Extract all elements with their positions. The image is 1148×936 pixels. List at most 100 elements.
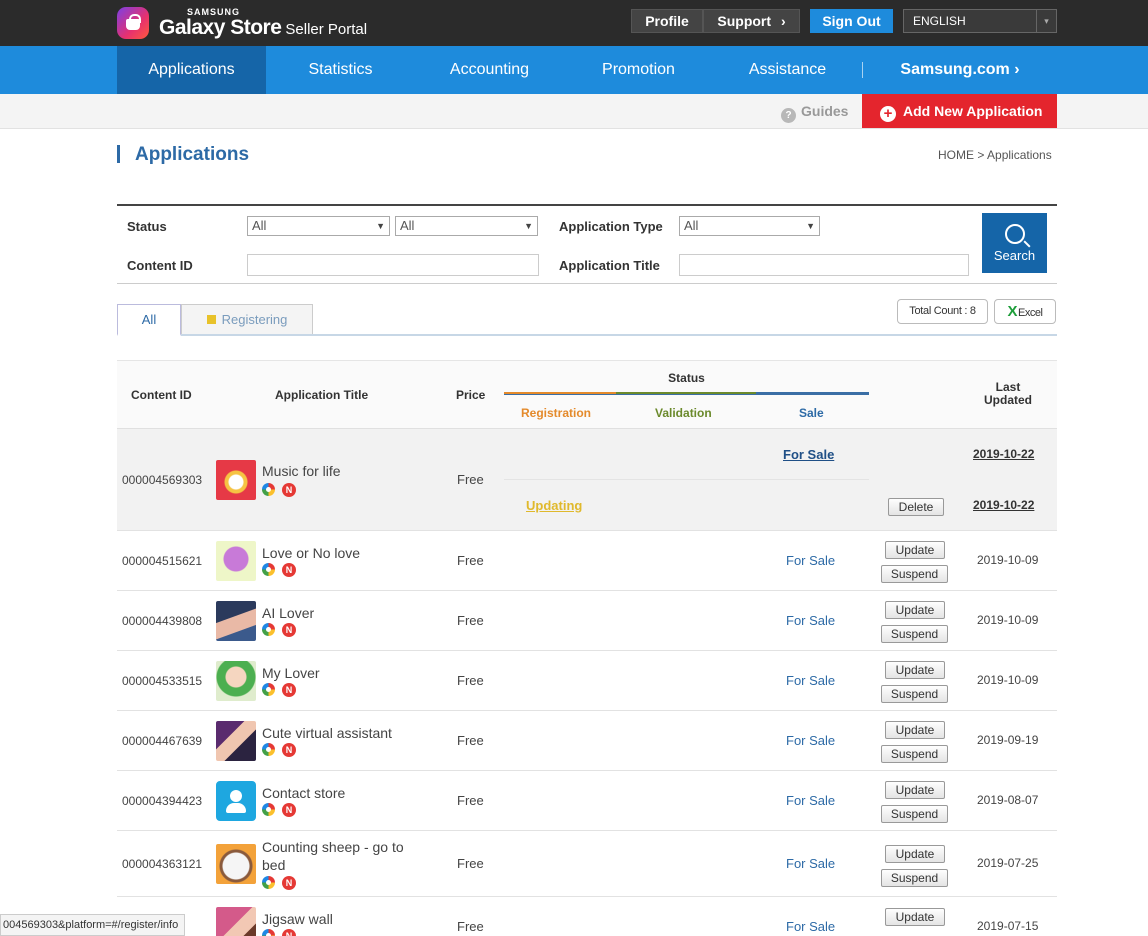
page-title: Applications (117, 144, 250, 165)
nav-applications[interactable]: Applications (117, 46, 266, 94)
table-row: 000004363121 Counting sheep - go to bed … (117, 831, 1057, 897)
table-row: 000004533515 My Lover N Free For Sale Up… (117, 651, 1057, 711)
add-new-label: Add New Application (903, 103, 1043, 119)
app-title-link[interactable]: AI Lover (262, 604, 422, 622)
content-id: 000004394423 (122, 794, 203, 808)
nav-assistance[interactable]: Assistance (713, 46, 862, 94)
guides-link[interactable]: ? Guides (781, 94, 848, 128)
update-button[interactable]: Update (885, 541, 945, 559)
new-badge-icon: N (282, 623, 296, 637)
last-updated: 2019-09-19 (977, 733, 1039, 747)
app-title-link[interactable]: Counting sheep - go to bed (262, 838, 422, 874)
app-icon-assistant (216, 721, 256, 761)
platform-badges: N (262, 803, 296, 817)
tab-registering[interactable]: Registering (181, 304, 313, 336)
suspend-button[interactable]: Suspend (881, 805, 948, 823)
suspend-button[interactable]: Suspend (881, 685, 948, 703)
last-updated: 2019-07-25 (977, 856, 1039, 870)
th-content-id: Content ID (131, 388, 192, 402)
tab-all[interactable]: All (117, 304, 181, 336)
top-bar: SAMSUNG Galaxy Store Seller Portal Profil… (0, 0, 1148, 46)
app-title-link[interactable]: Love or No love (262, 544, 422, 562)
nav-accounting[interactable]: Accounting (415, 46, 564, 94)
content-id-input[interactable] (247, 254, 539, 276)
content-id: 000004363121 (122, 857, 203, 871)
table-row: 000004467639 Cute virtual assistant N Fr… (117, 711, 1057, 771)
galaxy-store-logo[interactable]: SAMSUNG Galaxy Store Seller Portal (117, 5, 367, 41)
status-select-2-value: All (400, 218, 415, 233)
support-label: Support (717, 13, 772, 29)
sub-bar: ? Guides + Add New Application (0, 94, 1148, 129)
suspend-button[interactable]: Suspend (881, 745, 948, 763)
app-title-link[interactable]: Contact store (262, 784, 422, 802)
galaxy-platform-icon (262, 683, 275, 696)
update-button[interactable]: Update (885, 781, 945, 799)
price: Free (457, 673, 484, 688)
status-select-1[interactable]: All ▼ (247, 216, 390, 236)
galaxy-platform-icon (262, 803, 275, 816)
page-title-text: Applications (135, 144, 250, 165)
app-icon-ai-lover (216, 601, 256, 641)
registration-status-link[interactable]: Updating (526, 498, 582, 513)
galaxy-platform-icon (262, 876, 275, 889)
galaxy-platform-icon (262, 929, 275, 936)
language-select[interactable]: ENGLISH ▾ (903, 9, 1057, 33)
search-panel: Status All ▼ All ▼ Application Type All ▼ C… (117, 204, 1057, 284)
support-button[interactable]: Support › (703, 9, 800, 33)
nav-statistics[interactable]: Statistics (266, 46, 415, 94)
logo-text: SAMSUNG Galaxy Store Seller Portal (159, 8, 368, 39)
update-button[interactable]: Update (885, 721, 945, 739)
app-title-link[interactable]: Cute virtual assistant (262, 724, 422, 742)
sale-underline (756, 392, 869, 394)
page: SAMSUNG Galaxy Store Seller Portal Profil… (0, 0, 1148, 936)
last-updated-link[interactable]: 2019-10-22 (973, 447, 1034, 461)
registering-square-icon (206, 315, 216, 324)
status-select-2[interactable]: All ▼ (395, 216, 538, 236)
tab-underline (117, 334, 1057, 336)
price: Free (457, 613, 484, 628)
contact-body-icon (226, 803, 246, 813)
app-type-select[interactable]: All ▼ (679, 216, 820, 236)
breadcrumb: HOME > Applications (938, 148, 1052, 162)
update-button[interactable]: Update (885, 601, 945, 619)
language-value: ENGLISH (913, 14, 966, 28)
app-title-link[interactable]: Music for life (262, 462, 422, 480)
app-title-link[interactable]: Jigsaw wall (262, 910, 422, 928)
app-title-link[interactable]: My Lover (262, 664, 422, 682)
last-updated: 2019-10-09 (977, 613, 1039, 627)
update-button[interactable]: Update (885, 845, 945, 863)
app-icon-frog (216, 661, 256, 701)
profile-button[interactable]: Profile (631, 9, 703, 33)
delete-button[interactable]: Delete (888, 498, 944, 516)
platform-badges: N (262, 563, 296, 577)
app-title-input[interactable] (679, 254, 969, 276)
nav-promotion[interactable]: Promotion (564, 46, 713, 94)
sale-status-link[interactable]: For Sale (783, 447, 834, 462)
new-badge-icon: N (282, 876, 296, 890)
suspend-button[interactable]: Suspend (881, 625, 948, 643)
excel-button[interactable]: XExcel (994, 299, 1056, 324)
table-row: 000004515621 Love or No love N Free For … (117, 531, 1057, 591)
sale-status: For Sale (786, 733, 836, 748)
last-updated-link[interactable]: 2019-10-22 (973, 498, 1034, 512)
suspend-button[interactable]: Suspend (881, 869, 948, 887)
th-validation: Validation (655, 406, 712, 420)
platform-badges: N (262, 743, 296, 757)
brand-main: Galaxy Store (159, 16, 282, 39)
update-button[interactable]: Update (885, 908, 945, 926)
th-status-label: Status (668, 371, 705, 385)
price: Free (457, 472, 484, 487)
platform-badges: N (262, 483, 296, 497)
nav-samsung-com[interactable]: Samsung.com › (880, 46, 1040, 94)
sign-out-button[interactable]: Sign Out (810, 9, 893, 33)
last-updated: 2019-10-09 (977, 673, 1039, 687)
table-row: Jigsaw wall N Free For Sale Update 2019-… (117, 897, 1057, 936)
update-button[interactable]: Update (885, 661, 945, 679)
suspend-button[interactable]: Suspend (881, 565, 948, 583)
add-new-application-button[interactable]: + Add New Application (862, 94, 1057, 128)
th-app-title: Application Title (275, 388, 369, 402)
search-button[interactable]: Search (982, 213, 1047, 273)
last-updated: 2019-08-07 (977, 793, 1039, 807)
brand-sub: Seller Portal (285, 21, 368, 38)
content-id: 000004439808 (122, 614, 203, 628)
